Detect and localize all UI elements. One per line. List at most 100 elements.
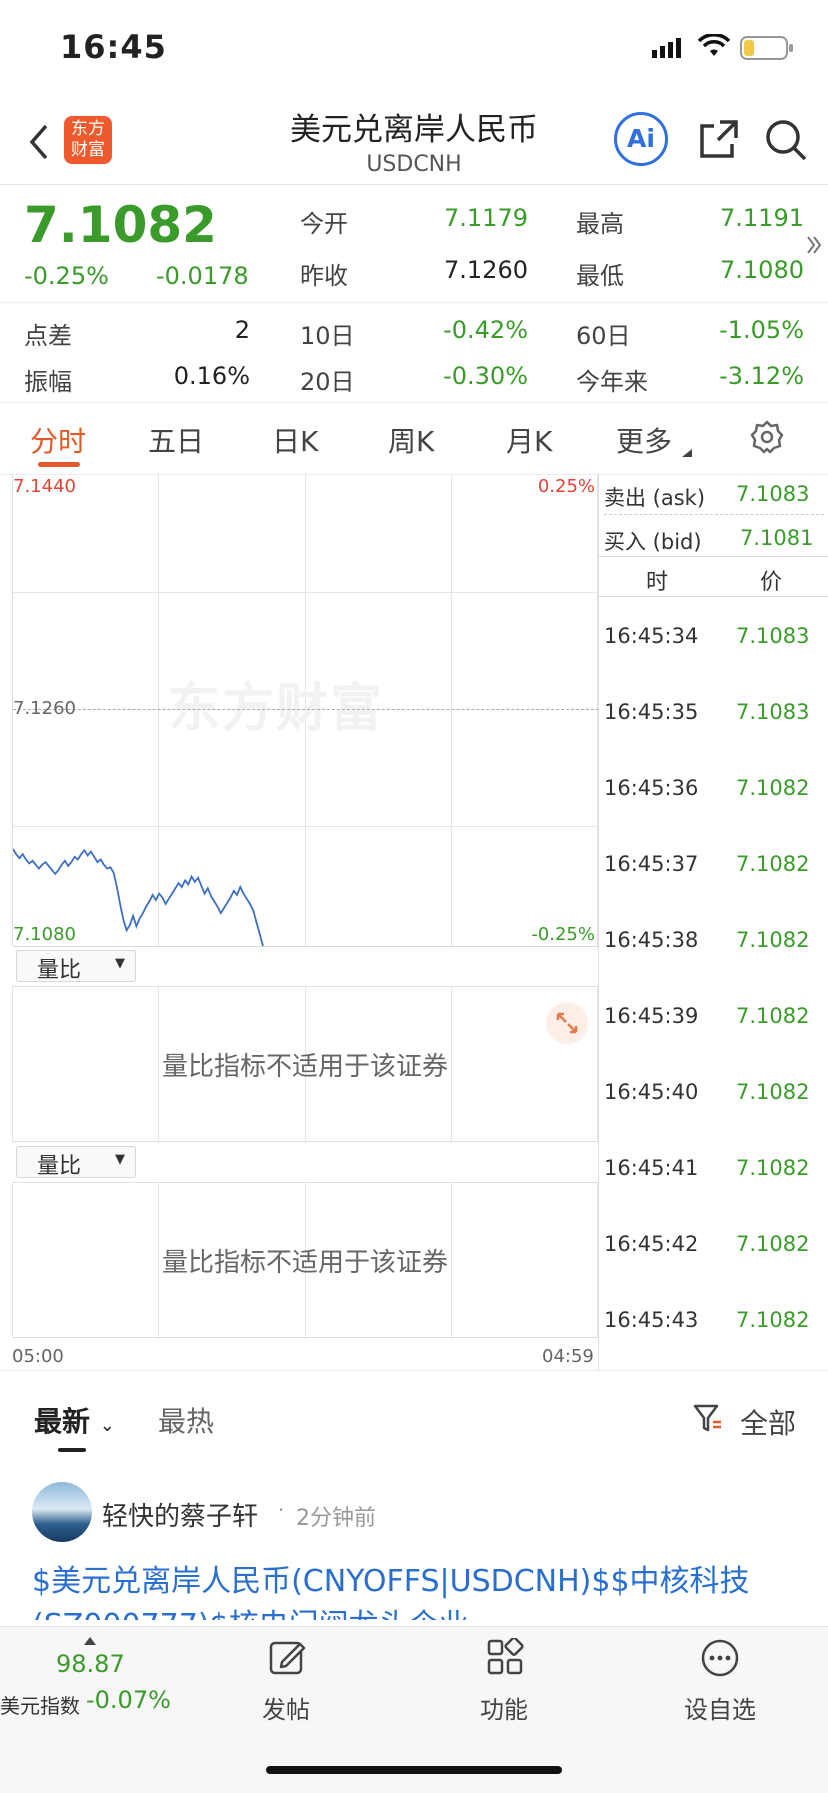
news-tab-latest[interactable]: 最新 ⌄ (34, 1400, 115, 1440)
change-value: -0.0178 (156, 262, 249, 290)
col-time-header: 时 (646, 570, 669, 595)
tab-weekly-k[interactable]: 周K (388, 420, 434, 460)
index-name[interactable]: 美元指数 (0, 1690, 80, 1719)
search-icon[interactable] (764, 118, 808, 166)
filter-label[interactable]: 全部 (740, 1402, 796, 1442)
function-icon[interactable] (486, 1636, 524, 1680)
spread-label: 点差 (24, 322, 72, 350)
index-value[interactable]: 98.87 (56, 1650, 125, 1678)
news-tab-hot[interactable]: 最热 (158, 1400, 214, 1440)
news-tab-underline (58, 1448, 86, 1452)
tick-price: 7.1083 (736, 700, 810, 724)
spread-value: 2 (234, 316, 250, 344)
index-up-caret-icon (84, 1630, 96, 1649)
tick-price: 7.1082 (736, 776, 810, 800)
y-min-label: 7.1080 (13, 924, 76, 945)
filter-icon[interactable] (692, 1402, 724, 1438)
expand-arrows-icon[interactable] (806, 234, 822, 260)
chart-bottom-border (13, 946, 599, 947)
news-content[interactable]: $美元兑离岸人民币(CNYOFFS|USDCNH)$$中核科技(SZ000777… (32, 1560, 792, 1620)
signal-icon (652, 36, 688, 62)
tick-price: 7.1082 (736, 1308, 810, 1332)
ytd-label: 今年来 (576, 368, 648, 396)
tab-5day[interactable]: 五日 (148, 420, 204, 460)
ai-button[interactable]: Ai (614, 112, 668, 166)
order-book-divider (598, 556, 828, 557)
20d-label: 20日 (300, 368, 355, 396)
tick-time: 16:45:41 (604, 1156, 699, 1180)
price-line-svg (13, 848, 264, 946)
tick-price: 7.1082 (736, 1156, 810, 1180)
tick-time: 16:45:37 (604, 852, 699, 876)
tab-monthly-k[interactable]: 月K (506, 420, 552, 460)
tick-price: 7.1082 (736, 1080, 810, 1104)
battery-icon (740, 36, 794, 64)
tick-time: 16:45:35 (604, 700, 699, 724)
indicator-label-2: 量比 (37, 1154, 82, 1179)
amplitude-value: 0.16% (173, 362, 250, 390)
avatar[interactable] (32, 1482, 92, 1542)
20d-value: -0.30% (443, 362, 528, 390)
share-icon[interactable] (698, 118, 740, 164)
prev-close-value: 7.1260 (444, 256, 528, 284)
x-end-label: 04:59 (542, 1346, 594, 1367)
dropdown-caret-icon: ▼ (115, 1152, 125, 1167)
y-max-label: 7.1440 (13, 476, 76, 497)
tick-price: 7.1082 (736, 852, 810, 876)
current-price: 7.1082 (24, 196, 217, 254)
fullscreen-icon[interactable] (546, 1002, 588, 1044)
tick-time: 16:45:43 (604, 1308, 699, 1332)
change-percent: -0.25% (24, 262, 109, 290)
60d-label: 60日 (576, 322, 631, 350)
open-value: 7.1179 (444, 204, 528, 232)
wifi-icon (697, 33, 731, 62)
60d-value: -1.05% (719, 316, 804, 344)
prev-close-label: 昨收 (300, 262, 348, 290)
x-start-label: 05:00 (12, 1346, 64, 1367)
indicator-selector-2[interactable]: 量比 ▼ (16, 1146, 136, 1179)
low-label: 最低 (576, 262, 624, 290)
indicator-message-1: 量比指标不适用于该证券 (161, 1052, 448, 1082)
10d-label: 10日 (300, 322, 355, 350)
post-icon[interactable] (268, 1638, 306, 1680)
more-dots-icon[interactable] (700, 1638, 740, 1682)
index-change[interactable]: -0.07% (86, 1686, 171, 1714)
chart-section-divider (0, 1370, 828, 1371)
news-author[interactable]: 轻快的蔡子轩 (102, 1496, 258, 1533)
indicator-message-2: 量比指标不适用于该证券 (161, 1248, 448, 1278)
function-button[interactable]: 功能 (444, 1690, 564, 1725)
add-watchlist-button[interactable]: 设自选 (660, 1690, 780, 1725)
tab-intraday[interactable]: 分时 (30, 420, 86, 460)
settings-icon[interactable] (750, 420, 784, 458)
chevron-down-icon: ⌄ (99, 1415, 115, 1436)
high-label: 最高 (576, 210, 624, 238)
ask-bid-divider (604, 514, 824, 515)
bid-label: 买入 (bid) (604, 530, 702, 554)
amplitude-label: 振幅 (24, 368, 72, 396)
tab-more[interactable]: 更多 (616, 420, 672, 460)
y-mid-label: 7.1260 (13, 698, 76, 719)
post-button[interactable]: 发帖 (226, 1690, 346, 1725)
tab-active-underline (38, 462, 80, 467)
open-label: 今开 (300, 210, 348, 238)
indicator-selector-1[interactable]: 量比 ▼ (16, 950, 136, 983)
tick-price: 7.1082 (736, 1004, 810, 1028)
home-indicator (266, 1766, 562, 1774)
status-bar-time: 16:45 (60, 28, 167, 66)
ask-label: 卖出 (ask) (604, 486, 706, 510)
indicator-label-1: 量比 (37, 958, 82, 983)
separator-dot: · (278, 1498, 285, 1522)
col-price-header: 价 (760, 570, 783, 595)
ai-label: Ai (627, 124, 655, 153)
pct-max-label: 0.25% (537, 476, 595, 497)
dropdown-caret-icon: ▼ (115, 956, 125, 971)
ask-value: 7.1083 (736, 482, 810, 506)
tab-daily-k[interactable]: 日K (272, 420, 318, 460)
header-divider (0, 184, 828, 185)
high-value: 7.1191 (720, 204, 804, 232)
low-value: 7.1080 (720, 256, 804, 284)
tick-time: 16:45:36 (604, 776, 699, 800)
intraday-chart[interactable]: 东方财富 7.1440 0.25% 7.1260 7.1080 -0.25% (12, 474, 599, 947)
10d-value: -0.42% (443, 316, 528, 344)
more-caret-icon (682, 442, 692, 461)
